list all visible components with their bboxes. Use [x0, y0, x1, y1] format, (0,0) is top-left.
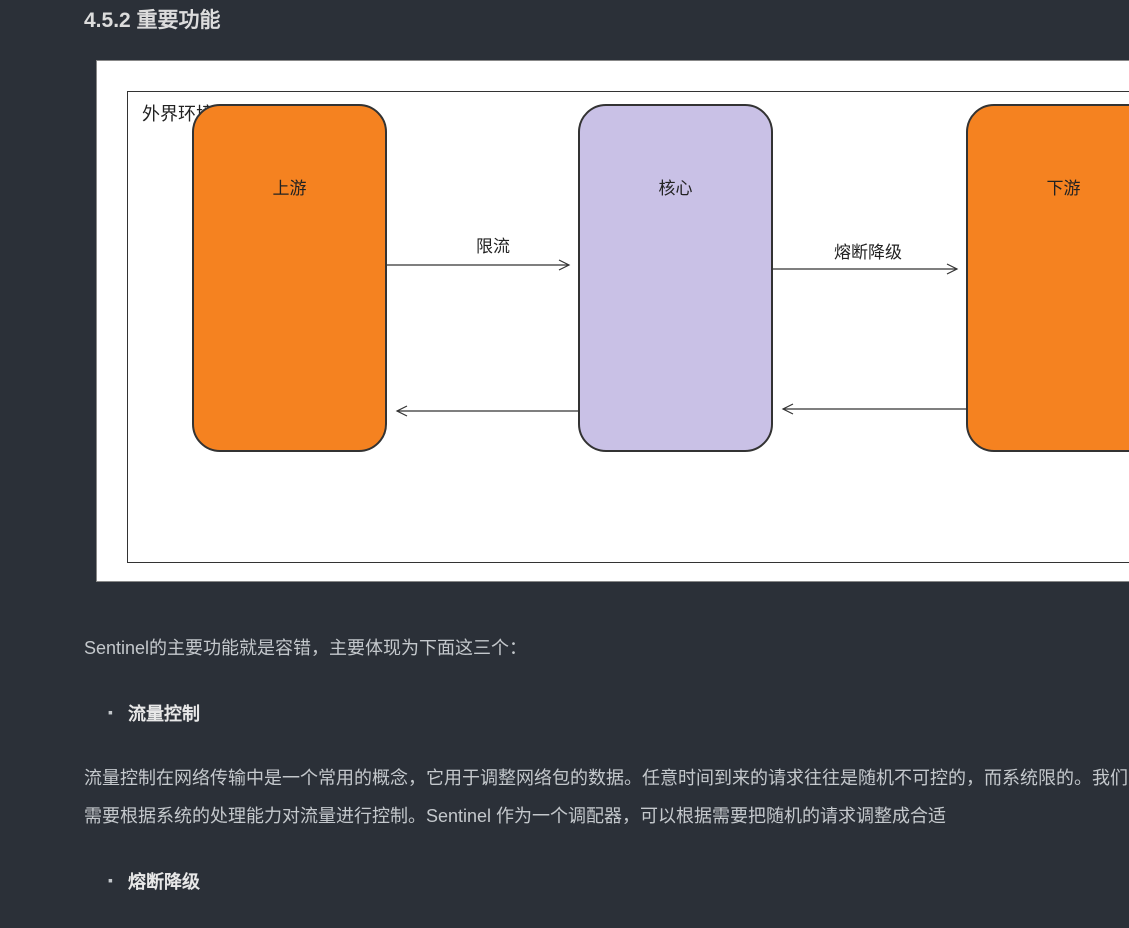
paragraph-flow-control: 流量控制在网络传输中是一个常用的概念，它用于调整网络包的数据。任意时间到来的请求… — [84, 760, 1129, 836]
connector-label-degrade: 熔断降级 — [834, 238, 902, 263]
node-core-label: 核心 — [659, 174, 693, 450]
arrow-upstream-to-core-top — [387, 260, 579, 280]
arrow-core-to-downstream-top — [773, 264, 967, 284]
connector-label-limit: 限流 — [476, 232, 510, 257]
arrow-downstream-to-core-bottom — [773, 404, 967, 424]
intro-paragraph: Sentinel的主要功能就是容错，主要体现为下面这三个： — [84, 630, 1129, 668]
node-upstream: 上游 — [192, 104, 387, 452]
arrow-core-to-upstream-bottom — [387, 406, 579, 426]
section-heading: 4.5.2 重要功能 — [84, 4, 1129, 34]
diagram-container: 外界环境(服务器 cpu 内存) 上游 核心 下游 限流 熔断降级 — [96, 60, 1129, 582]
bullet-flow-control: 流量控制 — [108, 698, 1129, 730]
node-downstream-label: 下游 — [1047, 174, 1081, 450]
bullet-list-1: 流量控制 — [84, 698, 1129, 730]
node-upstream-label: 上游 — [273, 174, 307, 450]
node-downstream: 下游 — [966, 104, 1129, 452]
environment-frame: 外界环境(服务器 cpu 内存) 上游 核心 下游 限流 熔断降级 — [127, 91, 1129, 563]
node-core: 核心 — [578, 104, 773, 452]
